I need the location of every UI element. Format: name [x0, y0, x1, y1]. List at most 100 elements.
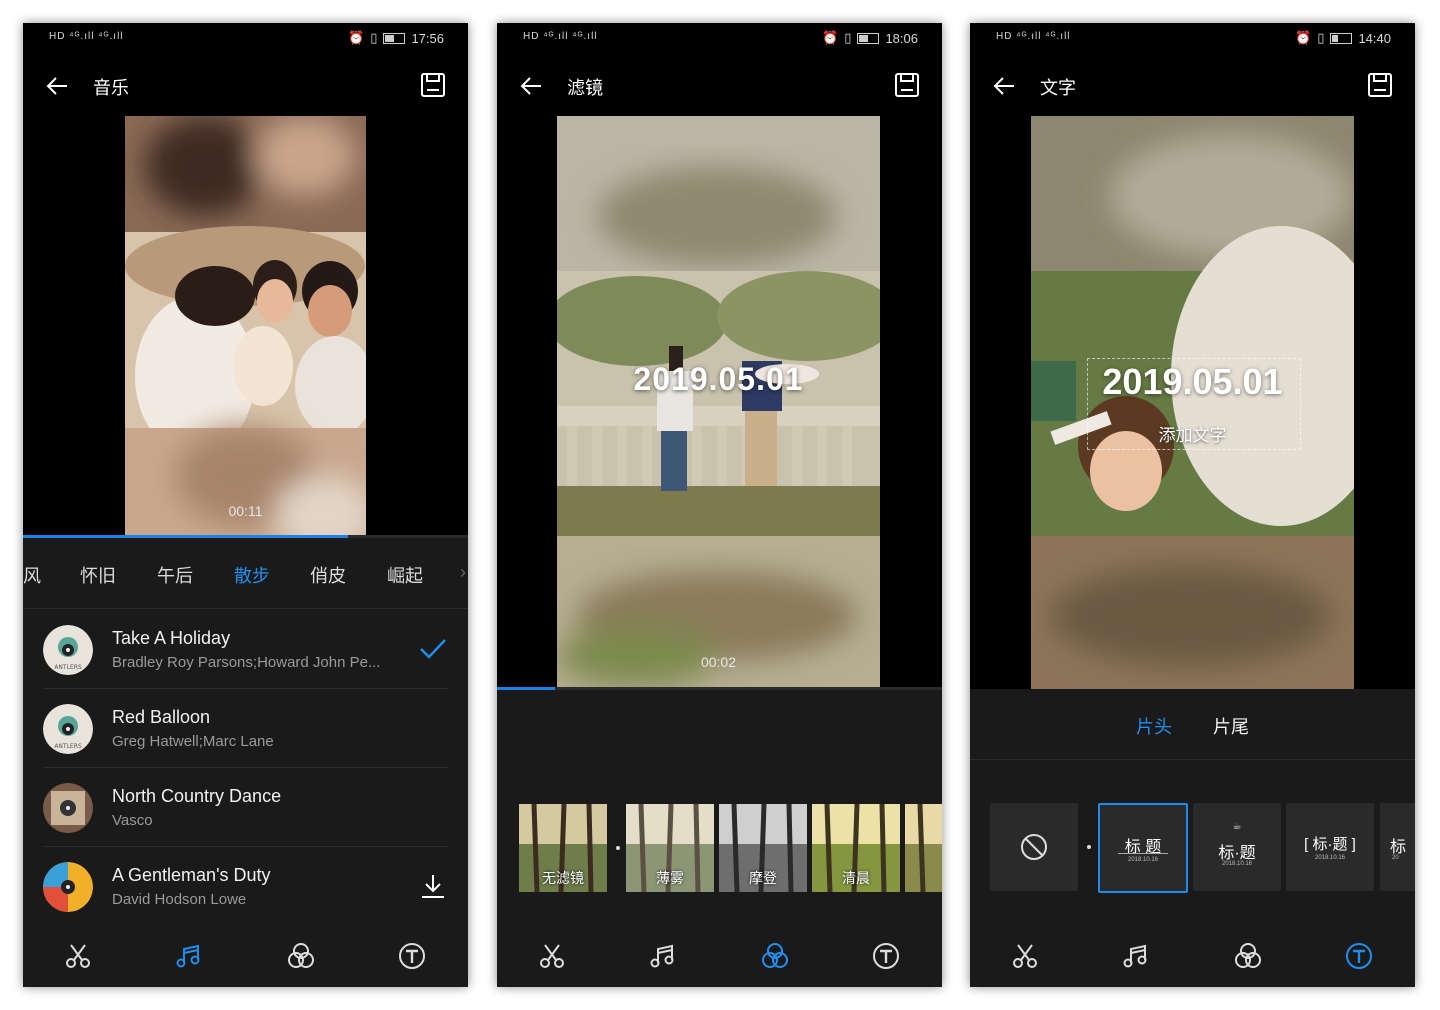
- filter-strip: 无滤镜 薄雾 摩登 清晨: [519, 804, 942, 892]
- signal-indicators: HD ⁴ᴳ.ıll ⁴ᴳ.ıll: [996, 31, 1071, 42]
- filter-panel: 无滤镜 薄雾 摩登 清晨: [497, 690, 942, 925]
- filter-thumbnail[interactable]: [905, 804, 942, 892]
- video-preview[interactable]: 2019.05.01 添加文字: [1031, 116, 1354, 689]
- save-icon[interactable]: [420, 72, 446, 98]
- song-item[interactable]: North Country Dance Vasco: [43, 768, 448, 847]
- video-date-overlay[interactable]: 2019.05.01: [1031, 361, 1354, 403]
- song-title: A Gentleman's Duty: [112, 865, 271, 885]
- music-panel: 风 怀旧 午后 散步 俏皮 崛起 › ANTLERS Take A Holida…: [23, 538, 468, 926]
- song-title: North Country Dance: [112, 786, 282, 806]
- music-icon[interactable]: [1121, 941, 1151, 971]
- status-time: 17:56: [411, 30, 444, 46]
- song-artist: Greg Hatwell;Marc Lane: [112, 733, 274, 750]
- category-tab[interactable]: 俏皮: [310, 562, 346, 588]
- template-label: [ 标·题 ]: [1304, 836, 1356, 853]
- app-bar: 音乐: [23, 67, 468, 107]
- tab-opening-active[interactable]: 片头: [1136, 713, 1172, 739]
- music-icon[interactable]: [648, 941, 678, 971]
- text-icon[interactable]: [397, 941, 427, 971]
- separator-dot: [1087, 845, 1091, 849]
- template-partial[interactable]: 标 20: [1380, 803, 1415, 891]
- signal-indicators: HD ⁴ᴳ.ıll ⁴ᴳ.ıll: [523, 31, 598, 42]
- song-title: Red Balloon: [112, 707, 211, 727]
- back-arrow-icon[interactable]: [43, 71, 73, 101]
- category-tab-active[interactable]: 散步: [234, 562, 270, 588]
- cut-icon[interactable]: [1010, 941, 1040, 971]
- screen-text: HD ⁴ᴳ.ıll ⁴ᴳ.ıll ⏰ ▯ 14:40 文字 2019.05.01…: [970, 23, 1415, 987]
- music-category-tabs: 风 怀旧 午后 散步 俏皮 崛起 ›: [23, 538, 468, 609]
- battery-icon: [857, 32, 880, 44]
- template-date: 2018.10.16: [1127, 857, 1159, 863]
- song-item[interactable]: A Gentleman's Duty David Hodson Lowe: [43, 847, 448, 926]
- category-tab[interactable]: 怀旧: [80, 562, 116, 588]
- template-title-bracket[interactable]: [ 标·题 ] 2018.10.16: [1286, 803, 1374, 891]
- music-icon[interactable]: [174, 941, 204, 971]
- template-label: 标: [1390, 839, 1407, 856]
- filter-icon[interactable]: [760, 941, 790, 971]
- video-preview[interactable]: 2019.05.01 00:02: [557, 116, 880, 689]
- filter-thumbnail[interactable]: 薄雾: [626, 804, 714, 892]
- bottom-nav: [970, 925, 1415, 987]
- title-tabs: 片头 片尾: [970, 689, 1415, 760]
- category-tab[interactable]: 风: [23, 562, 41, 588]
- song-item[interactable]: ANTLERS Red Balloon Greg Hatwell;Marc La…: [43, 689, 448, 768]
- template-title-selected[interactable]: 标 题 2018.10.16: [1098, 803, 1188, 893]
- song-title: Take A Holiday: [112, 628, 231, 648]
- page-title: 文字: [1040, 78, 1076, 98]
- album-art: ANTLERS: [43, 625, 93, 675]
- filter-icon[interactable]: [1233, 941, 1263, 971]
- video-timestamp: 00:02: [700, 654, 737, 670]
- template-label: 标·题: [1218, 845, 1256, 862]
- vibrate-icon: ▯: [370, 30, 378, 45]
- song-artist: Bradley Roy Parsons;Howard John Pe...: [112, 654, 381, 671]
- checkmark-icon: [420, 639, 446, 659]
- alarm-icon: ⏰: [822, 30, 839, 45]
- page-title: 音乐: [93, 78, 129, 98]
- back-arrow-icon[interactable]: [517, 71, 547, 101]
- text-panel: 片头 片尾 标 题 2018.10.16 ☕ 标·题 2018.10.16 [ …: [970, 689, 1415, 925]
- save-icon[interactable]: [894, 72, 920, 98]
- status-time: 14:40: [1358, 30, 1391, 46]
- video-date-overlay[interactable]: 2019.05.01: [557, 361, 880, 398]
- back-arrow-icon[interactable]: [990, 71, 1020, 101]
- app-bar: 滤镜: [497, 67, 942, 107]
- cup-icon: ☕: [1232, 821, 1242, 832]
- album-art: [43, 783, 93, 833]
- template-title-cup[interactable]: ☕ 标·题 2018.10.16: [1193, 803, 1281, 891]
- filter-label: 无滤镜: [542, 870, 584, 886]
- screen-music: HD ⁴ᴳ.ıll ⁴ᴳ.ıll ⏰ ▯ 17:56 音乐 00:11 风 怀旧…: [23, 23, 468, 987]
- filter-thumbnail[interactable]: 清晨: [812, 804, 900, 892]
- status-bar: HD ⁴ᴳ.ıll ⁴ᴳ.ıll ⏰ ▯ 14:40: [970, 23, 1415, 53]
- category-tab[interactable]: 午后: [157, 562, 193, 588]
- cut-icon[interactable]: [63, 941, 93, 971]
- screen-filter: HD ⁴ᴳ.ıll ⁴ᴳ.ıll ⏰ ▯ 18:06 滤镜 2019.05.01…: [497, 23, 942, 987]
- no-style-icon: [1021, 834, 1047, 860]
- album-art: [43, 862, 93, 912]
- text-icon[interactable]: [1344, 941, 1374, 971]
- download-icon[interactable]: [418, 871, 448, 901]
- filter-label: 摩登: [749, 870, 777, 886]
- page-title: 滤镜: [567, 78, 603, 98]
- add-text-overlay[interactable]: 添加文字: [1031, 421, 1354, 446]
- tab-ending[interactable]: 片尾: [1213, 713, 1249, 739]
- video-preview[interactable]: 00:11: [125, 116, 366, 538]
- battery-icon: [1330, 32, 1353, 44]
- text-icon[interactable]: [871, 941, 901, 971]
- signal-indicators: HD ⁴ᴳ.ıll ⁴ᴳ.ıll: [49, 31, 124, 42]
- alarm-icon: ⏰: [1295, 30, 1312, 45]
- filter-label: 清晨: [842, 870, 870, 886]
- svg-text:ANTLERS: ANTLERS: [54, 743, 82, 750]
- more-chevron-icon[interactable]: ›: [460, 562, 466, 583]
- filter-icon[interactable]: [286, 941, 316, 971]
- cut-icon[interactable]: [537, 941, 567, 971]
- song-item[interactable]: ANTLERS Take A Holiday Bradley Roy Parso…: [43, 610, 448, 689]
- alarm-icon: ⏰: [348, 30, 365, 45]
- status-bar: HD ⁴ᴳ.ıll ⁴ᴳ.ıll ⏰ ▯ 17:56: [23, 23, 468, 53]
- save-icon[interactable]: [1367, 72, 1393, 98]
- filter-thumbnail[interactable]: 无滤镜: [519, 804, 607, 892]
- vibrate-icon: ▯: [1317, 30, 1325, 45]
- song-artist: Vasco: [112, 812, 153, 829]
- template-none[interactable]: [990, 803, 1078, 891]
- category-tab[interactable]: 崛起: [387, 562, 423, 588]
- filter-thumbnail[interactable]: 摩登: [719, 804, 807, 892]
